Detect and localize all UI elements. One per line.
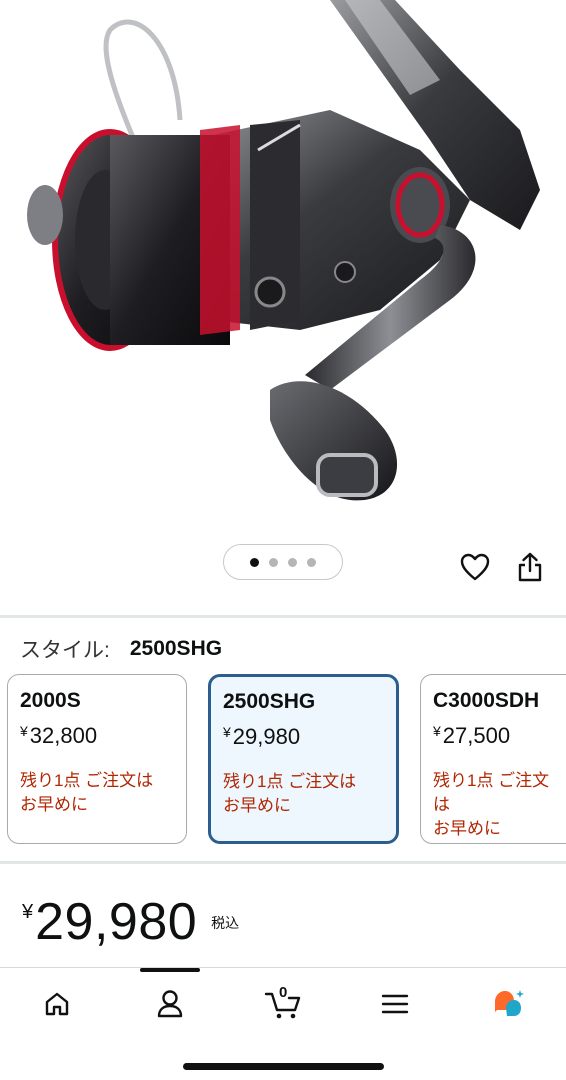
carousel-dot-4[interactable]	[307, 557, 316, 567]
variant-price: ¥32,800	[20, 723, 98, 748]
image-carousel-dots[interactable]	[223, 544, 343, 580]
variant-stock-notice: 残り1点 ご注文は お早めに	[433, 771, 550, 838]
variant-stock-notice: 残り1点 ご注文は お早めに	[20, 771, 154, 814]
nav-ai-assistant[interactable]	[488, 986, 528, 1022]
bottom-nav-bar: 0	[0, 967, 566, 1080]
home-icon	[45, 992, 69, 1016]
variant-card-2500shg[interactable]: 2500SHG ¥29,980 残り1点 ご注文は お早めに	[208, 674, 399, 844]
wishlist-button[interactable]	[458, 550, 492, 584]
section-divider	[0, 615, 566, 618]
share-button[interactable]	[513, 550, 547, 584]
selected-style-value: 2500SHG	[129, 637, 223, 660]
home-indicator	[183, 1063, 384, 1070]
variant-name: C3000SDH	[433, 689, 540, 712]
variant-price: ¥29,980	[223, 724, 301, 749]
carousel-dot-1[interactable]	[250, 557, 259, 567]
variant-price: ¥27,500	[433, 723, 511, 748]
active-tab-indicator	[140, 968, 200, 972]
section-divider	[0, 861, 566, 864]
carousel-dot-3[interactable]	[288, 557, 297, 567]
variant-name: 2500SHG	[223, 690, 316, 713]
product-image[interactable]	[0, 0, 566, 540]
ai-assistant-icon	[495, 990, 524, 1016]
style-label: スタイル:	[20, 639, 110, 662]
currency-symbol: ¥	[22, 901, 34, 923]
nav-home[interactable]	[37, 986, 77, 1022]
nav-cart[interactable]: 0	[262, 984, 306, 1022]
cart-count-badge: 0	[279, 984, 288, 1001]
tax-included-note: 税込	[211, 915, 240, 931]
menu-icon	[381, 994, 409, 1014]
account-icon	[157, 990, 183, 1018]
variant-stock-notice: 残り1点 ご注文は お早めに	[223, 772, 357, 815]
share-icon	[518, 552, 542, 582]
variant-card-c3000sdh[interactable]: C3000SDH ¥27,500 残り1点 ご注文は お早めに	[420, 674, 566, 844]
reel-illustration	[27, 0, 540, 501]
nav-menu[interactable]	[375, 986, 415, 1022]
variant-name: 2000S	[20, 689, 81, 712]
style-selector-header: スタイル: 2500SHG	[20, 634, 222, 664]
product-price: ¥ 29,980 税込	[22, 893, 239, 951]
price-amount: 29,980	[35, 893, 198, 951]
heart-icon	[460, 553, 490, 581]
nav-account[interactable]	[150, 986, 190, 1022]
carousel-dot-2[interactable]	[269, 557, 278, 567]
variant-card-2000s[interactable]: 2000S ¥32,800 残り1点 ご注文は お早めに	[7, 674, 187, 844]
